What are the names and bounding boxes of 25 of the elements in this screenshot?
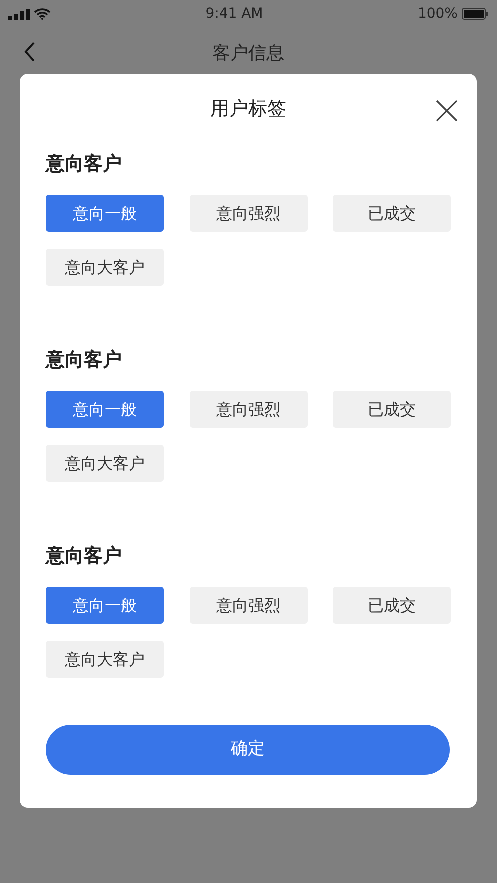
battery-icon (462, 8, 489, 20)
tag-button[interactable]: 意向强烈 (190, 391, 308, 428)
tag-button[interactable]: 已成交 (333, 391, 451, 428)
close-button[interactable] (435, 98, 459, 122)
tag-button[interactable]: 意向一般 (46, 195, 164, 232)
wifi-icon (34, 8, 51, 20)
back-icon[interactable] (24, 42, 36, 62)
tag-button[interactable]: 意向强烈 (190, 587, 308, 624)
tag-button[interactable]: 意向大客户 (46, 445, 164, 482)
tag-button[interactable]: 意向大客户 (46, 641, 164, 678)
battery-percent: 100% (418, 4, 458, 24)
tag-button[interactable]: 意向强烈 (190, 195, 308, 232)
page-title: 客户信息 (212, 42, 284, 66)
tag-button[interactable]: 已成交 (333, 587, 451, 624)
signal-icon (8, 8, 30, 20)
tag-button[interactable]: 意向一般 (46, 587, 164, 624)
section-heading: 意向客户 (46, 544, 123, 569)
section-heading: 意向客户 (46, 348, 123, 373)
section-heading: 意向客户 (46, 152, 123, 177)
confirm-button[interactable]: 确定 (46, 725, 450, 775)
tag-button[interactable]: 意向一般 (46, 391, 164, 428)
dialog-title: 用户标签 (210, 97, 288, 122)
tag-button[interactable]: 意向大客户 (46, 249, 164, 286)
status-time: 9:41 AM (206, 4, 264, 24)
tag-button[interactable]: 已成交 (333, 195, 451, 232)
